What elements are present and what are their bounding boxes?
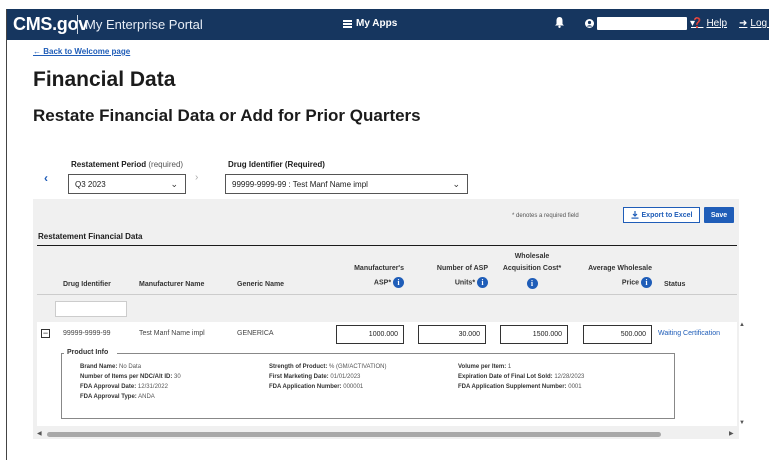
cell-drug-identifier: 99999-9999-99 [63,330,111,337]
expiration-date-field: Expiration Date of Final Lot Sold: 12/28… [458,374,585,380]
top-navigation-bar: CMS.gov My Enterprise Portal My Apps ▾ ❓… [7,9,769,40]
section-divider [37,245,737,246]
export-label: Export to Excel [641,211,693,219]
save-button[interactable]: Save [704,207,734,223]
volume-per-item-field: Volume per Item: 1 [458,364,512,370]
period-select-value: Q3 2023 [75,180,106,189]
sign-out-icon: ➜ [739,18,748,29]
header-average-wholesale-price[interactable]: Average Wholesale Price i [576,265,652,288]
scroll-down-arrow-icon[interactable]: ▼ [739,420,745,426]
first-marketing-date-field: First Marketing Date: 01/01/2023 [269,374,361,380]
chevron-down-icon: ⌄ [170,179,178,189]
scroll-up-arrow-icon[interactable]: ▲ [739,322,745,328]
drug-identifier-select[interactable]: 99999-9999-99 : Test Manf Name impl ⌄ [225,174,468,194]
help-link[interactable]: ❓ Help [691,18,727,29]
fda-approval-date-field: FDA Approval Date: 12/31/2022 [80,384,168,390]
items-per-ndc-field: Number of Items per NDC/Alt ID: 30 [80,374,181,380]
portal-title: My Enterprise Portal [85,17,203,32]
brand-divider [77,15,78,34]
drug-select-value: 99999-9999-99 : Test Manf Name impl [232,180,368,189]
collapse-row-toggle[interactable]: − [41,329,50,338]
info-icon[interactable]: i [393,277,404,288]
info-icon[interactable]: i [477,277,488,288]
header-divider [37,294,737,295]
brand-name-field: Brand Name: No Data [80,364,142,370]
logout-link[interactable]: ➜ Log Out [739,18,769,29]
restatement-period-select[interactable]: Q3 2023 ⌄ [68,174,186,194]
drug-identifier-filter-input[interactable] [55,301,127,317]
redacted-username [597,17,687,30]
section-title: Restatement Financial Data [38,232,143,241]
asp-units-input[interactable]: 30.000 [418,325,486,344]
scroll-right-arrow-icon[interactable]: ▶ [729,430,734,437]
my-apps-label: My Apps [356,18,398,29]
notification-bell-icon[interactable] [555,17,564,31]
grid-menu-icon [343,19,352,28]
average-wholesale-price-input[interactable]: 500.000 [583,325,652,344]
page-title: Financial Data [33,68,176,91]
info-icon[interactable]: i [641,277,652,288]
header-manufacturer-asp[interactable]: Manufacturer's ASP* i [330,265,404,288]
header-manufacturer-name[interactable]: Manufacturer Name [139,281,204,288]
header-generic-name[interactable]: Generic Name [237,281,284,288]
next-period-chevron-icon[interactable]: › [195,172,198,183]
chevron-down-icon: ⌄ [452,179,460,189]
strength-field: Strength of Product: % (GM/ACTIVATION) [269,364,387,370]
download-icon [631,211,639,219]
asp-input[interactable]: 1000.000 [336,325,404,344]
export-to-excel-button[interactable]: Export to Excel [623,207,700,223]
fda-approval-type-field: FDA Approval Type: ANDA [80,394,155,400]
info-icon[interactable]: i [526,278,538,289]
back-to-welcome-link[interactable]: ← Back to Welcome page [33,47,130,56]
fieldset-border [61,353,64,354]
horizontal-scrollbar-thumb[interactable] [47,432,661,437]
user-menu[interactable]: ▾ [585,17,695,30]
status-link[interactable]: Waiting Certification [658,330,720,337]
wholesale-acquisition-cost-input[interactable]: 1500.000 [500,325,568,344]
fieldset-border [117,353,675,354]
user-avatar-icon [585,19,594,28]
question-circle-icon: ❓ [691,18,704,29]
restatement-period-label: Restatement Period (required) [71,160,184,169]
header-drug-identifier[interactable]: Drug Identifier [63,281,111,288]
fda-application-number-field: FDA Application Number: 000001 [269,384,364,390]
fda-supplement-number-field: FDA Application Supplement Number: 0001 [458,384,582,390]
cell-generic-name: GENERICA [237,330,274,337]
product-info-legend: Product Info [67,349,109,356]
page-subtitle: Restate Financial Data or Add for Prior … [33,106,421,125]
help-label: Help [706,18,728,29]
required-field-note: * denotes a required field [512,213,579,219]
drug-identifier-label: Drug Identifier (Required) [228,160,325,169]
scroll-left-arrow-icon[interactable]: ◀ [37,430,42,437]
header-status[interactable]: Status [664,281,685,288]
cell-manufacturer-name: Test Manf Name impl [139,330,205,337]
previous-period-chevron-icon[interactable]: ‹ [44,171,48,185]
logout-label: Log Out [750,18,769,29]
header-wholesale-acquisition-cost[interactable]: Wholesale Acquisition Cost* i [494,253,570,289]
my-apps-button[interactable]: My Apps [343,18,397,29]
header-asp-units[interactable]: Number of ASP Units* i [414,265,488,288]
